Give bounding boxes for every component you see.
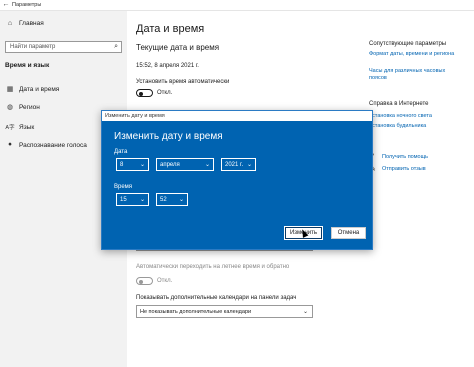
link-get-help[interactable]: Получить помощь bbox=[382, 154, 428, 161]
dialog-heading: Изменить дату и время bbox=[114, 131, 223, 142]
home-icon: ⌂ bbox=[7, 19, 13, 27]
microphone-icon: ⏺ bbox=[8, 141, 12, 148]
auto-time-label: Установить время автоматически bbox=[136, 79, 230, 85]
section-heading: Текущие дата и время bbox=[136, 43, 220, 52]
current-datetime: 15:52, 8 апреля 2021 г. bbox=[136, 63, 199, 69]
chevron-down-icon: ⌄ bbox=[178, 197, 184, 203]
sidebar-item-label: Регион bbox=[19, 103, 40, 111]
link-alarm[interactable]: Установка будильника bbox=[369, 123, 469, 130]
day-value: 8 bbox=[120, 161, 124, 168]
link-date-time-region-format[interactable]: Формат даты, времени и региона bbox=[369, 51, 469, 58]
page-title: Дата и время bbox=[136, 23, 205, 35]
hour-select[interactable]: 15 ⌄ bbox=[116, 193, 149, 206]
chevron-down-icon: ⌄ bbox=[246, 162, 252, 168]
calendars-select[interactable]: Не показывать дополнительные календари ⌄ bbox=[136, 305, 313, 318]
dialog-title-bar: Изменить дату и время bbox=[102, 111, 372, 121]
auto-time-state: Откл. bbox=[157, 90, 173, 96]
search-placeholder: Найти параметр bbox=[10, 44, 56, 50]
globe-icon: ◍ bbox=[6, 104, 14, 111]
month-select[interactable]: апреля ⌄ bbox=[156, 158, 214, 171]
month-value: апреля bbox=[160, 161, 180, 168]
cancel-button[interactable]: Отмена bbox=[331, 227, 366, 239]
chevron-down-icon: ⌄ bbox=[139, 197, 145, 203]
minute-select[interactable]: 52 ⌄ bbox=[156, 193, 188, 206]
chevron-down-icon: ⌄ bbox=[302, 309, 308, 315]
related-settings-heading: Сопутствующие параметры bbox=[369, 41, 447, 47]
calendars-label: Показывать дополнительные календари на п… bbox=[136, 295, 297, 301]
section-title: Время и язык bbox=[5, 62, 50, 69]
link-additional-clocks[interactable]: Часы для различных часовых поясов bbox=[369, 68, 464, 82]
help-heading: Справка в Интернете bbox=[369, 101, 429, 107]
dst-label: Автоматически переходить на летнее время… bbox=[136, 264, 290, 270]
calendar-clock-icon: ▦ bbox=[6, 86, 14, 93]
sidebar-item-label: Распознавание голоса bbox=[19, 141, 87, 149]
sidebar-item-label: Главная bbox=[19, 19, 44, 27]
time-label: Время bbox=[114, 184, 133, 190]
window-title: Параметры bbox=[12, 2, 42, 8]
year-value: 2021 г. bbox=[225, 161, 244, 168]
sidebar-item-date-time[interactable]: ▦ Дата и время bbox=[0, 82, 127, 96]
year-select[interactable]: 2021 г. ⌄ bbox=[221, 158, 256, 171]
auto-time-toggle[interactable] bbox=[136, 89, 153, 97]
sidebar-item-home[interactable]: ⌂ Главная bbox=[0, 16, 127, 30]
calendars-value: Не показывать дополнительные календари bbox=[140, 309, 252, 315]
chevron-down-icon: ⌄ bbox=[139, 162, 145, 168]
dst-state: Откл. bbox=[157, 278, 173, 284]
title-bar: ← Параметры bbox=[0, 0, 474, 11]
search-input[interactable]: Найти параметр ⌕ bbox=[5, 41, 122, 53]
dst-toggle[interactable] bbox=[136, 277, 153, 285]
back-arrow-icon[interactable]: ← bbox=[2, 1, 10, 9]
search-icon: ⌕ bbox=[114, 43, 118, 50]
link-night-light[interactable]: Установка ночного света bbox=[369, 113, 469, 120]
minute-value: 52 bbox=[160, 196, 167, 203]
day-select[interactable]: 8 ⌄ bbox=[116, 158, 149, 171]
chevron-down-icon: ⌄ bbox=[204, 162, 210, 168]
sidebar-item-label: Язык bbox=[19, 123, 35, 131]
language-icon: A字 bbox=[5, 125, 15, 131]
sidebar-item-label: Дата и время bbox=[19, 85, 60, 93]
date-label: Дата bbox=[114, 149, 128, 155]
dialog-window-title: Изменить дату и время bbox=[105, 113, 165, 119]
change-date-time-dialog: Изменить дату и время Изменить дату и вр… bbox=[101, 110, 373, 250]
hour-value: 15 bbox=[120, 196, 127, 203]
link-send-feedback[interactable]: Отправить отзыв bbox=[382, 166, 426, 173]
